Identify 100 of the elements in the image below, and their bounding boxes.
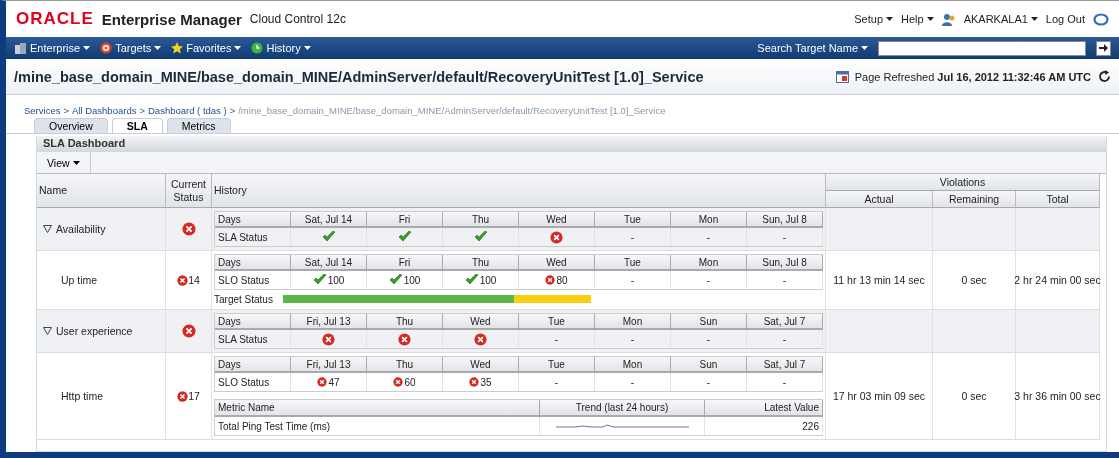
column-header: Mon [595,357,671,373]
check-icon [388,274,403,286]
buildings-icon [14,42,27,54]
caret-icon [83,46,91,50]
column-header: Tue [519,314,595,330]
column-header: Tue [595,212,671,228]
empty-value: - [554,376,559,388]
column-header: Sun, Jul 8 [747,212,823,228]
row-label: SLO Status [215,271,291,289]
empty-value: - [706,274,711,286]
breadcrumb-link[interactable]: Services [24,105,61,116]
tab[interactable]: SLA [111,118,163,133]
latest-value: 226 [705,417,823,435]
search-button[interactable] [1096,40,1111,56]
column-header: Mon [671,212,747,228]
empty-value: - [630,231,635,243]
column-header: Sat, Jul 7 [747,314,823,330]
caret-icon [234,46,242,50]
product-edition: Cloud Control 12c [249,12,346,26]
column-header: Thu [367,314,443,330]
page-refreshed-text: Page Refreshed Jul 16, 2012 11:32:46 AM UTC [854,70,1091,83]
sla-name: User experience [56,325,133,337]
error-icon [181,324,196,338]
check-icon [473,231,488,243]
status-value: 80 [556,274,568,286]
status-value: 47 [328,376,340,388]
actual-value: 11 hr 13 min 14 sec [826,251,933,310]
caret-icon [303,46,311,50]
column-header: Fri [367,212,443,228]
column-header: Wed [443,314,519,330]
error-icon [398,332,411,346]
error-icon [177,274,189,286]
empty-value: - [630,274,635,286]
status-value: 35 [480,376,492,388]
column-header: Days [215,314,291,330]
empty-value: - [782,274,787,286]
column-header: Thu [443,255,519,271]
column-header: Mon [671,255,747,271]
error-icon [545,275,556,285]
column-header: Fri [367,255,443,271]
slo-name: Up time [37,251,166,310]
error-icon [322,332,335,346]
logout-link[interactable]: Log Out [1045,13,1085,25]
search-type-menu[interactable]: Search Target Name [757,42,868,54]
column-header: Latest Value [705,400,823,417]
column-header: Total [1016,191,1100,208]
breadcrumb-link[interactable]: Dashboard ( tdas ) [148,105,227,116]
column-group-header: Violations [826,174,1100,191]
tab[interactable]: Metrics [166,118,231,133]
column-header: Sun [671,314,747,330]
refresh-icon[interactable] [1098,70,1111,83]
row-label: SLO Status [215,373,291,391]
header-menu[interactable]: Help [901,13,934,25]
nav-menu[interactable]: Favorites [171,42,242,54]
error-icon [469,377,480,387]
empty-value: - [706,333,711,345]
error-icon [393,377,404,387]
user-menu[interactable]: AKARKALA1 [963,13,1038,25]
column-header: Days [215,212,291,228]
caret-icon [861,46,868,50]
remaining-value: 0 sec [933,353,1016,440]
nav-menu[interactable]: Targets [100,42,162,54]
logo: ORACLE [16,9,94,29]
target-icon [100,42,113,54]
caret-icon [1030,17,1038,21]
column-header: Wed [519,212,595,228]
column-header: Sat, Jul 14 [291,212,367,228]
column-header: Current Status [166,174,212,208]
status-value: 100 [327,274,345,286]
nav-menu[interactable]: Enterprise [14,42,91,54]
header-menu[interactable]: Setup [854,13,894,25]
view-menu[interactable]: View [37,152,91,173]
slo-name: Http time [37,353,166,440]
column-header: History [212,174,826,208]
breadcrumb-link[interactable]: All Dashboards [72,105,137,116]
tab[interactable]: Overview [34,118,108,133]
check-icon [397,231,412,243]
column-header: Actual [826,191,933,208]
breadcrumb-current: /mine_base_domain_MINE/base_domain_MINE/AdminServer/default/RecoveryUnitTest [1.0]_Service [238,105,666,116]
empty-value: - [782,231,787,243]
status-value: 100 [479,274,497,286]
violation-count: 17 [188,390,200,402]
search-field[interactable] [878,40,1086,56]
empty-value: - [706,376,711,388]
calendar-icon [835,70,849,83]
column-header: Thu [367,357,443,373]
error-icon [181,222,196,236]
status-value: 60 [404,376,416,388]
expanded-triangle-icon[interactable] [43,327,52,335]
column-header: Days [215,255,291,271]
caret-icon [886,17,894,21]
column-header: Wed [519,255,595,271]
empty-value: - [630,333,635,345]
nav-menu[interactable]: History [251,42,311,54]
expanded-triangle-icon[interactable] [43,225,52,233]
panel-title: SLA Dashboard [37,136,1106,152]
error-icon [177,390,189,402]
actual-value: 17 hr 03 min 09 sec [826,353,933,440]
column-header: Fri, Jul 13 [291,357,367,373]
oracle-oval-icon [1093,12,1109,26]
